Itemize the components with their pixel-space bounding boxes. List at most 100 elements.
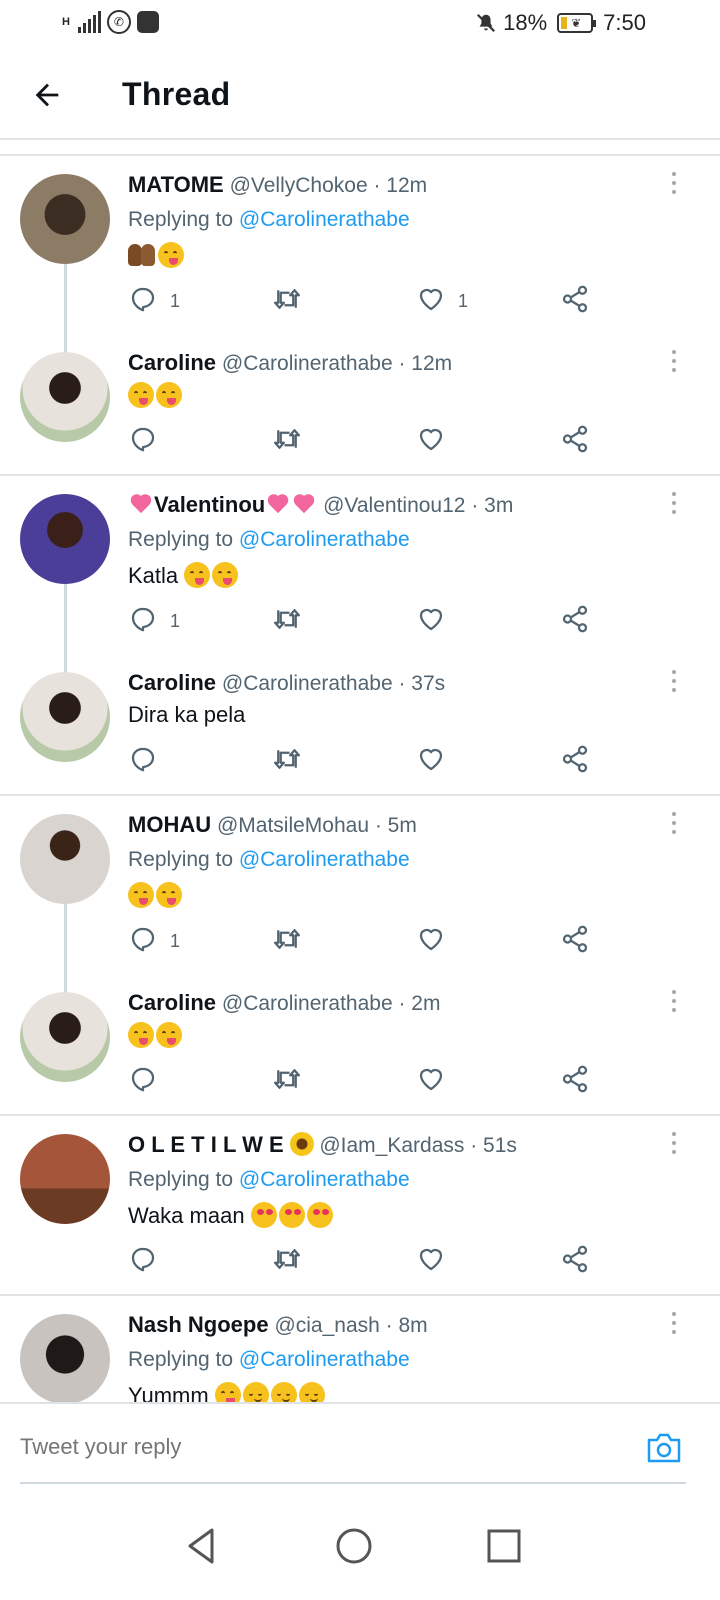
- reply-icon: [128, 604, 158, 639]
- author-handle[interactable]: @Carolinerathabe: [222, 352, 393, 375]
- more-options-icon[interactable]: [672, 492, 678, 519]
- reply-button[interactable]: 1: [128, 604, 180, 639]
- like-button[interactable]: [416, 924, 458, 959]
- reply-button[interactable]: 1: [128, 284, 180, 319]
- relief-emoji: [270, 1382, 297, 1402]
- like-button[interactable]: [416, 744, 458, 779]
- nav-home-icon[interactable]: [334, 1526, 374, 1566]
- like-button[interactable]: [416, 424, 458, 459]
- hearts-emoji: [292, 493, 316, 515]
- nav-recents-icon[interactable]: [484, 1526, 524, 1566]
- tweet[interactable]: Caroline @Carolinerathabe · 37s Dira ka p…: [0, 654, 720, 794]
- share-button[interactable]: [560, 924, 590, 959]
- like-button[interactable]: [416, 604, 458, 639]
- retweet-button[interactable]: [272, 1244, 302, 1279]
- heart-icon: [416, 924, 446, 959]
- retweet-button[interactable]: [272, 744, 302, 779]
- more-options-icon[interactable]: [672, 172, 678, 199]
- thread-feed[interactable]: MATOME @VellyChokoe · 12m Replying to @Ca…: [0, 140, 720, 1402]
- author-name: Caroline: [128, 670, 217, 695]
- heart-icon: [416, 284, 446, 319]
- avatar[interactable]: [20, 494, 110, 584]
- share-button[interactable]: [560, 744, 590, 779]
- retweet-button[interactable]: [272, 924, 302, 959]
- more-options-icon[interactable]: [672, 670, 678, 697]
- signal-icon: [77, 11, 101, 33]
- more-options-icon[interactable]: [672, 990, 678, 1017]
- tweet-time: · 8m: [385, 1314, 428, 1337]
- like-button[interactable]: [416, 1244, 458, 1279]
- avatar[interactable]: [20, 1134, 110, 1224]
- replying-to-link[interactable]: @Carolinerathabe: [239, 528, 410, 551]
- avatar[interactable]: [20, 992, 110, 1082]
- share-button[interactable]: [560, 1064, 590, 1099]
- more-options-icon[interactable]: [672, 1312, 678, 1339]
- replying-to: Replying to @Carolinerathabe: [128, 1348, 660, 1372]
- retweet-button[interactable]: [272, 424, 302, 459]
- retweet-icon: [272, 604, 302, 639]
- avatar[interactable]: [20, 1314, 110, 1402]
- tweet[interactable]: MATOME @VellyChokoe · 12m Replying to @Ca…: [0, 156, 720, 354]
- replying-to-link[interactable]: @Carolinerathabe: [239, 1168, 410, 1191]
- replying-to-link[interactable]: @Carolinerathabe: [239, 848, 410, 871]
- share-icon: [560, 604, 590, 639]
- tweet[interactable]: Caroline @Carolinerathabe · 12m: [0, 334, 720, 474]
- reply-input[interactable]: [20, 1434, 580, 1460]
- share-button[interactable]: [560, 604, 590, 639]
- author-handle[interactable]: @Valentinou12: [323, 494, 465, 517]
- author-handle[interactable]: @Carolinerathabe: [222, 992, 393, 1015]
- reply-count: 1: [170, 931, 181, 951]
- more-options-icon[interactable]: [672, 350, 678, 377]
- heart-icon: [416, 424, 446, 459]
- avatar[interactable]: [20, 352, 110, 442]
- author-handle[interactable]: @MatsileMohau: [217, 814, 369, 837]
- author-handle[interactable]: @Iam_Kardass: [319, 1134, 464, 1157]
- reply-button[interactable]: [128, 1064, 170, 1099]
- reply-button[interactable]: [128, 424, 170, 459]
- author-handle[interactable]: @Carolinerathabe: [222, 672, 393, 695]
- retweet-button[interactable]: [272, 604, 302, 639]
- reply-button[interactable]: [128, 1244, 170, 1279]
- share-button[interactable]: [560, 1244, 590, 1279]
- author-name: Valentinou: [154, 492, 266, 517]
- retweet-button[interactable]: [272, 284, 302, 319]
- tweet[interactable]: Valentinou @Valentinou12 · 3m Replying to…: [0, 476, 720, 674]
- avatar[interactable]: [20, 174, 110, 264]
- reply-count: 1: [170, 291, 181, 311]
- replying-to-link[interactable]: @Carolinerathabe: [239, 1348, 410, 1371]
- tweet-body: Waka maan: [128, 1203, 245, 1228]
- reply-icon: [128, 284, 158, 319]
- share-button[interactable]: [560, 284, 590, 319]
- back-arrow-icon[interactable]: [30, 78, 64, 112]
- tweet[interactable]: Nash Ngoepe @cia_nash · 8m Replying to @C…: [0, 1296, 720, 1402]
- battery-icon: ❦: [557, 13, 597, 33]
- like-button[interactable]: 1: [416, 284, 468, 319]
- yum-emoji: [128, 882, 154, 908]
- more-options-icon[interactable]: [672, 1132, 678, 1159]
- share-button[interactable]: [560, 424, 590, 459]
- tweet-actions: [128, 1064, 608, 1096]
- nav-back-icon[interactable]: [182, 1526, 222, 1566]
- replying-to-link[interactable]: @Carolinerathabe: [239, 208, 410, 231]
- retweet-button[interactable]: [272, 1064, 302, 1099]
- more-options-icon[interactable]: [672, 812, 678, 839]
- tweet[interactable]: Caroline @Carolinerathabe · 2m: [0, 974, 720, 1114]
- tweet-meta: Caroline @Carolinerathabe · 12m: [128, 350, 660, 376]
- author-handle[interactable]: @cia_nash: [274, 1314, 379, 1337]
- camera-icon[interactable]: [646, 1432, 682, 1464]
- tweet[interactable]: O L E T I L W E @Iam_Kardass · 51s Replyi…: [0, 1116, 720, 1294]
- reply-button[interactable]: [128, 744, 170, 779]
- author-handle[interactable]: @VellyChokoe: [230, 174, 368, 197]
- reply-button[interactable]: 1: [128, 924, 180, 959]
- like-button[interactable]: [416, 1064, 458, 1099]
- tweet[interactable]: MOHAU @MatsileMohau · 5m Replying to @Car…: [0, 796, 720, 994]
- avatar[interactable]: [20, 814, 110, 904]
- like-count: 1: [458, 291, 469, 311]
- huawei-icon: [136, 11, 159, 33]
- top-app-bar: Thread: [0, 48, 720, 140]
- retweet-icon: [272, 1244, 302, 1279]
- battery-percent: 18%: [503, 10, 548, 35]
- tweet-body: Katla: [128, 563, 179, 588]
- avatar[interactable]: [20, 672, 110, 762]
- tweet-meta: MATOME @VellyChokoe · 12m: [128, 172, 660, 198]
